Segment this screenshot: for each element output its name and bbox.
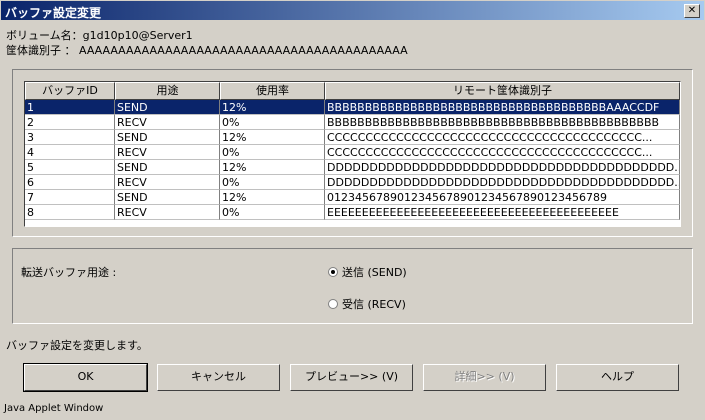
cell-remote-id: DDDDDDDDDDDDDDDDDDDDDDDDDDDDDDDDDDDDDDDD…	[325, 175, 680, 190]
cell-buffer-id: 7	[25, 190, 115, 205]
cell-remote-id: CCCCCCCCCCCCCCCCCCCCCCCCCCCCCCCCCCCCCCCC…	[325, 130, 680, 145]
title-bar: バッファ設定変更 ✕	[0, 0, 705, 21]
cell-usage: RECV	[115, 205, 220, 220]
help-button[interactable]: ヘルプ	[556, 364, 679, 391]
table-row[interactable]: 2 RECV 0% BBBBBBBBBBBBBBBBBBBBBBBBBBBBBB…	[25, 115, 680, 130]
table-row[interactable]: 3 SEND 12% CCCCCCCCCCCCCCCCCCCCCCCCCCCCC…	[25, 130, 680, 145]
cell-rate: 0%	[220, 205, 325, 220]
cell-rate: 0%	[220, 115, 325, 130]
column-header-rate[interactable]: 使用率	[220, 82, 325, 100]
cell-rate: 12%	[220, 160, 325, 175]
table-row[interactable]: 7 SEND 12% 01234567890123456789012345678…	[25, 190, 680, 205]
table-header: バッファID 用途 使用率 リモート筐体識別子	[25, 82, 680, 100]
cell-buffer-id: 4	[25, 145, 115, 160]
cell-usage: SEND	[115, 190, 220, 205]
cell-remote-id: 0123456789012345678901234567890123456789	[325, 190, 680, 205]
table-row[interactable]: 4 RECV 0% CCCCCCCCCCCCCCCCCCCCCCCCCCCCCC…	[25, 145, 680, 160]
cell-buffer-id: 6	[25, 175, 115, 190]
cell-usage: RECV	[115, 175, 220, 190]
chassis-id: 筐体識別子 ： AAAAAAAAAAAAAAAAAAAAAAAAAAAAAAAA…	[6, 44, 408, 57]
radio-send[interactable]: 送信 (SEND)	[328, 264, 407, 280]
cell-remote-id: CCCCCCCCCCCCCCCCCCCCCCCCCCCCCCCCCCCCCCCC…	[325, 145, 680, 160]
cell-rate: 0%	[220, 175, 325, 190]
window-title: バッファ設定変更	[5, 6, 102, 20]
column-header-usage[interactable]: 用途	[115, 82, 220, 100]
close-icon[interactable]: ✕	[684, 4, 700, 18]
details-button: 詳細>> (V)	[423, 364, 546, 391]
cell-rate: 12%	[220, 100, 325, 115]
cell-usage: SEND	[115, 130, 220, 145]
cell-usage: RECV	[115, 115, 220, 130]
table-panel: バッファID 用途 使用率 リモート筐体識別子 1 SEND 12% BBBBB…	[12, 69, 693, 237]
column-header-buffer-id[interactable]: バッファID	[25, 82, 115, 100]
cell-remote-id: DDDDDDDDDDDDDDDDDDDDDDDDDDDDDDDDDDDDDDDD…	[325, 160, 680, 175]
radio-selected-icon	[328, 267, 338, 277]
radio-unselected-icon	[328, 299, 338, 309]
table-row[interactable]: 6 RECV 0% DDDDDDDDDDDDDDDDDDDDDDDDDDDDDD…	[25, 175, 680, 190]
table-row[interactable]: 1 SEND 12% BBBBBBBBBBBBBBBBBBBBBBBBBBBBB…	[25, 100, 680, 115]
cell-remote-id: BBBBBBBBBBBBBBBBBBBBBBBBBBBBBBBBBBBBBBBB…	[325, 115, 680, 130]
status-text: バッファ設定を変更します。	[6, 339, 148, 352]
transfer-panel	[12, 248, 693, 324]
cell-usage: SEND	[115, 100, 220, 115]
applet-footer: Java Applet Window	[4, 403, 104, 414]
buffer-table: バッファID 用途 使用率 リモート筐体識別子 1 SEND 12% BBBBB…	[24, 81, 681, 227]
transfer-buffer-label: 転送バッファ用途 :	[21, 266, 117, 279]
cell-usage: RECV	[115, 145, 220, 160]
cell-buffer-id: 8	[25, 205, 115, 220]
cell-remote-id: EEEEEEEEEEEEEEEEEEEEEEEEEEEEEEEEEEEEEEEE…	[325, 205, 680, 220]
table-row[interactable]: 5 SEND 12% DDDDDDDDDDDDDDDDDDDDDDDDDDDDD…	[25, 160, 680, 175]
cell-rate: 0%	[220, 145, 325, 160]
column-header-remote-id[interactable]: リモート筐体識別子	[325, 82, 680, 100]
cell-buffer-id: 2	[25, 115, 115, 130]
volume-name: ボリューム名：g1d10p10@Server1	[6, 29, 193, 42]
cell-buffer-id: 5	[25, 160, 115, 175]
radio-recv[interactable]: 受信 (RECV)	[328, 296, 406, 312]
cell-remote-id: BBBBBBBBBBBBBBBBBBBBBBBBBBBBBBBBBBBBBAAA…	[325, 100, 680, 115]
cancel-button[interactable]: キャンセル	[157, 364, 280, 391]
preview-button[interactable]: プレビュー>> (V)	[290, 364, 413, 391]
cell-rate: 12%	[220, 130, 325, 145]
ok-button[interactable]: OK	[23, 363, 148, 392]
cell-usage: SEND	[115, 160, 220, 175]
radio-recv-label: 受信 (RECV)	[342, 298, 406, 311]
cell-rate: 12%	[220, 190, 325, 205]
table-row[interactable]: 8 RECV 0% EEEEEEEEEEEEEEEEEEEEEEEEEEEEEE…	[25, 205, 680, 220]
cell-buffer-id: 3	[25, 130, 115, 145]
radio-send-label: 送信 (SEND)	[342, 266, 407, 279]
cell-buffer-id: 1	[25, 100, 115, 115]
